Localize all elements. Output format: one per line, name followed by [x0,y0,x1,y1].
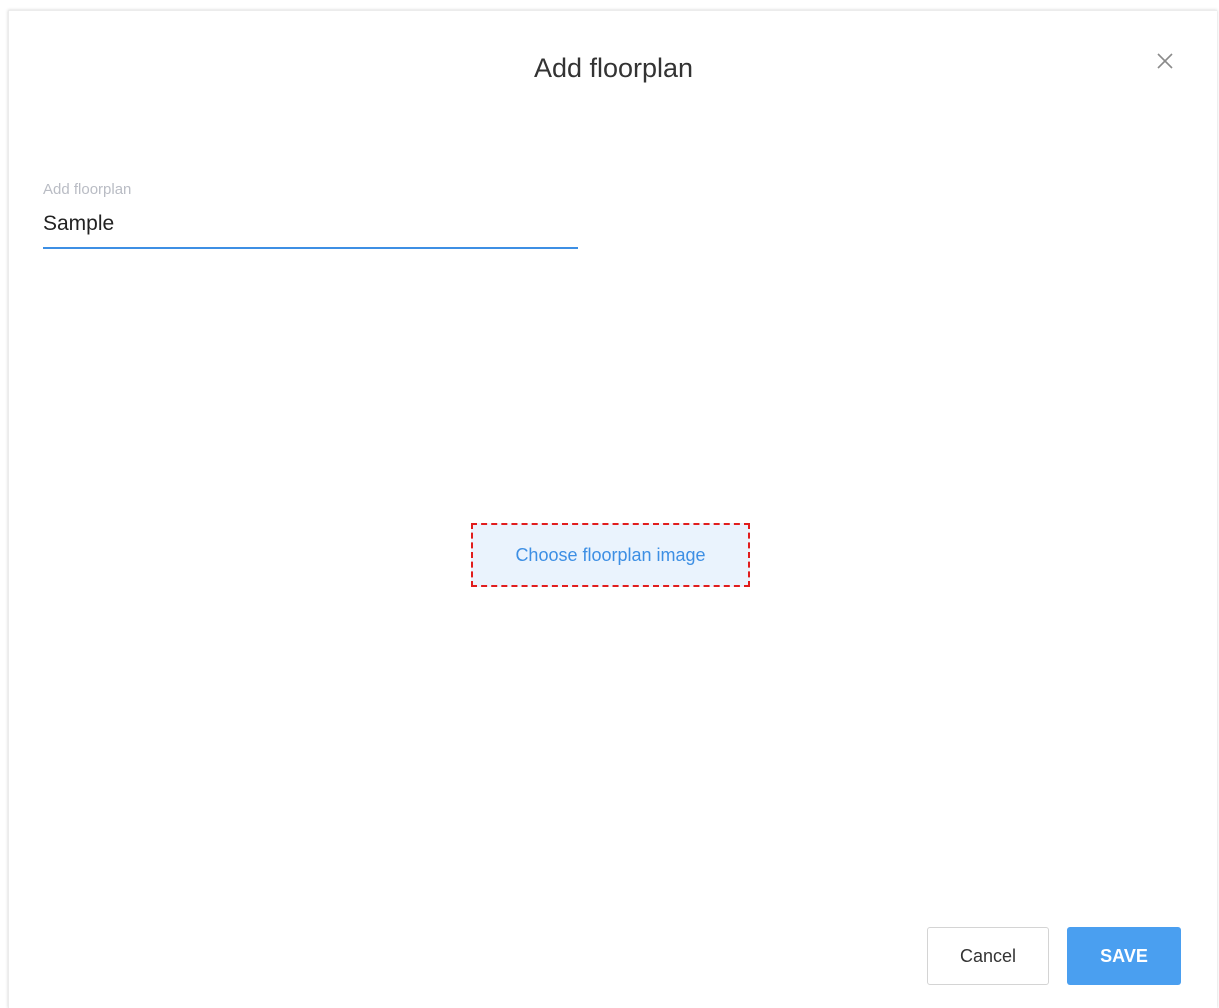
floorplan-name-field: Add floorplan [43,181,578,249]
add-floorplan-dialog: Add floorplan Add floorplan Choose floor… [8,10,1217,1008]
cancel-button-label: Cancel [959,945,1017,966]
close-icon [1157,53,1173,69]
floorplan-name-label: Add floorplan [43,181,132,198]
choose-floorplan-image-label: Choose floorplan image [515,544,706,565]
page: Add floorplan Add floorplan Choose floor… [0,0,1219,1008]
cancel-button[interactable]: Cancel [927,927,1049,985]
choose-floorplan-image-button[interactable]: Choose floorplan image [471,523,750,587]
close-button[interactable] [1153,49,1177,73]
save-button[interactable]: SAVE [1067,927,1181,985]
save-button-label: SAVE [1100,945,1148,966]
dialog-title: Add floorplan [533,53,694,83]
floorplan-name-input[interactable] [43,212,578,249]
